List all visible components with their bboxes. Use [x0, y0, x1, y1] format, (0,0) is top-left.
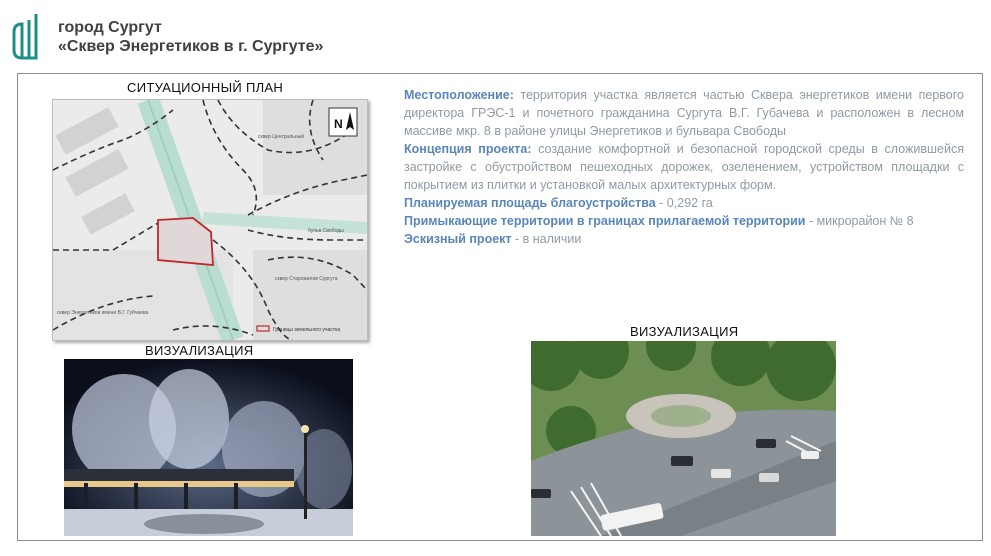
adjacent-paragraph: Примыкающие территории в границах прилаг… [404, 212, 964, 230]
map-label-street: бульв.Свободы [308, 228, 344, 234]
map-label-park-central: сквер Центральный [258, 133, 304, 140]
project-info: Местоположение: территория участка являе… [404, 86, 964, 248]
title-project: «Сквер Энергетиков в г. Сургуте» [58, 38, 324, 55]
city-logo-icon [12, 14, 38, 60]
sketch-label: Эскизный проект [404, 232, 512, 246]
night-visualization-image [64, 359, 353, 536]
area-paragraph: Планируемая площадь благоустройства - 0,… [404, 194, 964, 212]
situation-map: N сквер Центральный бульв.Свободы сквер … [52, 99, 368, 341]
map-label-park-energetikov: сквер Энергетиков имени В.Г. Губчаева [57, 310, 149, 316]
north-arrow-label: N [334, 117, 343, 131]
area-label: Планируемая площадь благоустройства [404, 196, 656, 210]
map-drawing: N сквер Центральный бульв.Свободы сквер … [53, 100, 367, 340]
location-label: Местоположение: [404, 88, 514, 102]
situation-plan-caption: СИТУАЦИОННЫЙ ПЛАН [127, 80, 284, 95]
concept-paragraph: Концепция проекта: создание комфортной и… [404, 140, 964, 194]
visualization-right-caption: ВИЗУАЛИЗАЦИЯ [630, 324, 739, 339]
day-visualization-image [531, 341, 836, 536]
adjacent-text: - микрорайон № 8 [805, 214, 914, 228]
sketch-text: - в наличии [511, 232, 582, 246]
title-city: город Сургут [58, 19, 162, 36]
adjacent-label: Примыкающие территории в границах прилаг… [404, 214, 806, 228]
area-text: - 0,292 га [655, 196, 713, 210]
page-title: город Сургут «Сквер Энергетиков в г. Сур… [58, 18, 323, 56]
visualization-left-caption: ВИЗУАЛИЗАЦИЯ [145, 343, 254, 358]
location-paragraph: Местоположение: территория участка являе… [404, 86, 964, 140]
map-label-park-starozhilov: сквер Старожилов Сургута [275, 276, 338, 282]
sketch-paragraph: Эскизный проект - в наличии [404, 230, 964, 248]
legend-boundary-label: Границы земельного участка [273, 327, 340, 333]
concept-label: Концепция проекта: [404, 142, 532, 156]
